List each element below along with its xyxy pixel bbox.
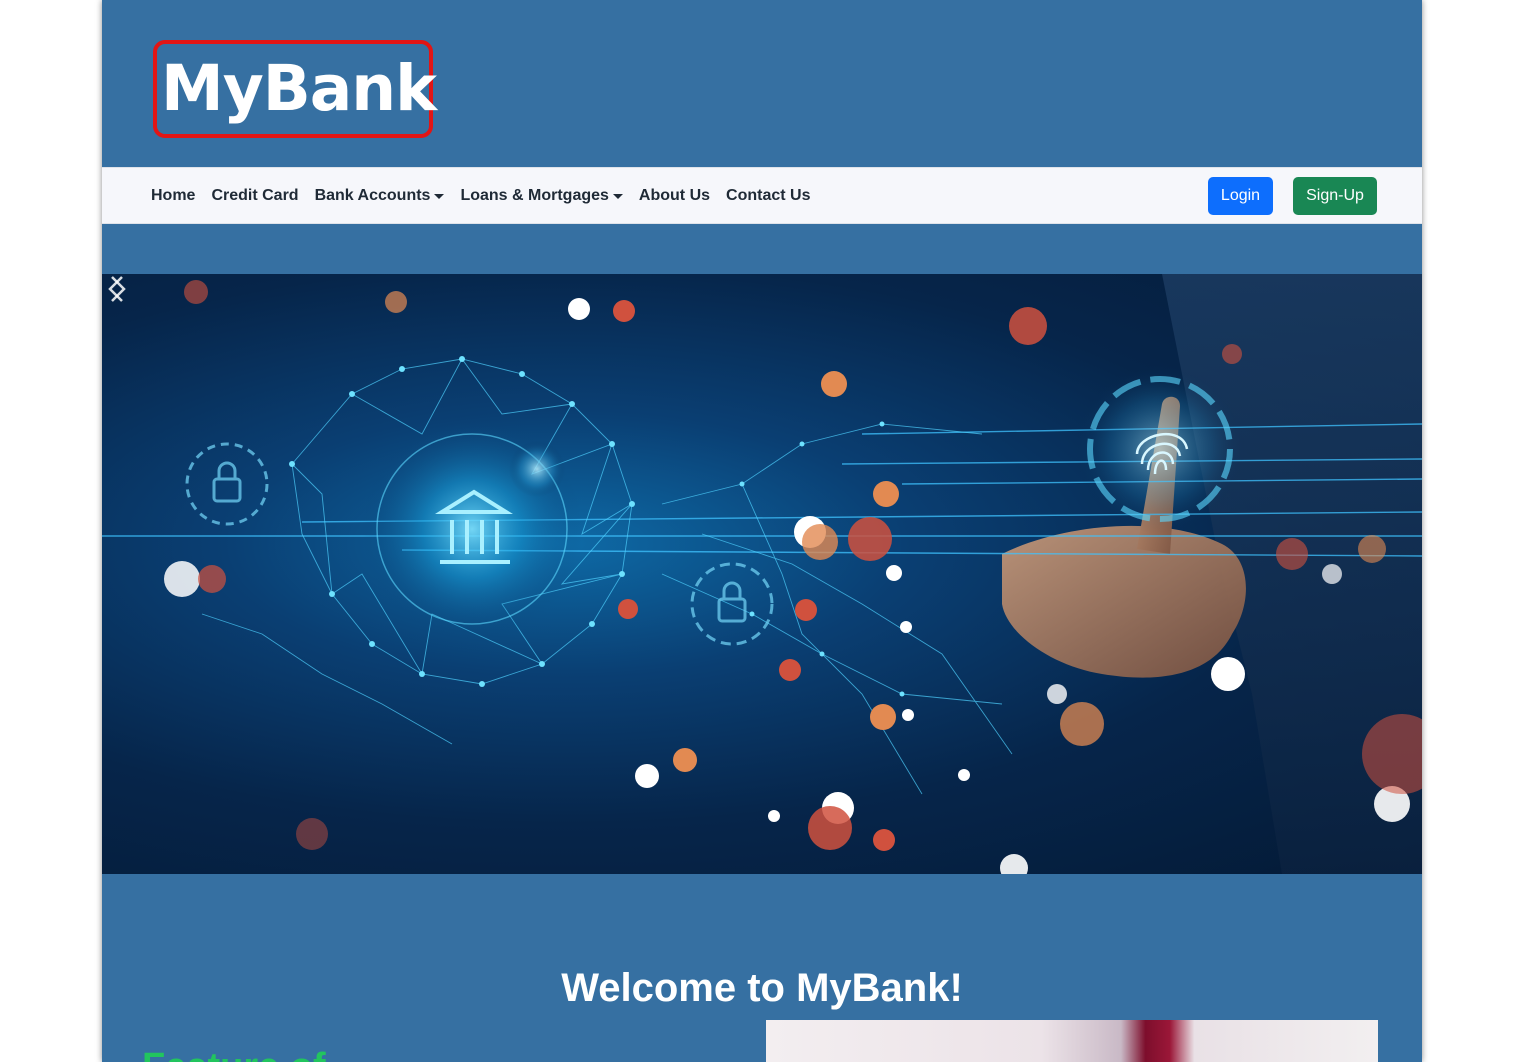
promo-image — [766, 1020, 1378, 1062]
nav-item-label: About Us — [638, 186, 711, 204]
nav-list: Home Credit Card Bank Accounts Loans & M… — [151, 168, 818, 223]
main-navbar: Home Credit Card Bank Accounts Loans & M… — [102, 167, 1422, 224]
page-container: MyBank Home Credit Card Bank Accounts Lo… — [102, 0, 1422, 1062]
nav-item-label: Credit Card — [211, 186, 299, 204]
caret-down-icon — [434, 193, 445, 199]
nav-item-label: Bank Accounts — [314, 186, 431, 204]
carousel-next-chevron-right-icon[interactable] — [102, 274, 132, 304]
site-header: MyBank — [102, 0, 1422, 167]
nav-item-contact-us[interactable]: Contact Us — [718, 187, 818, 205]
login-button[interactable]: Login — [1208, 177, 1273, 215]
nav-item-bank-accounts[interactable]: Bank Accounts — [307, 187, 453, 205]
hero-carousel — [102, 274, 1422, 874]
mybank-logo[interactable]: MyBank — [153, 40, 437, 138]
nav-item-label: Contact Us — [726, 186, 811, 204]
feature-heading: Feature of — [142, 1046, 326, 1062]
digital-banking-network-image — [102, 274, 1422, 874]
welcome-heading: Welcome to MyBank! — [561, 966, 963, 1010]
nav-item-about-us[interactable]: About Us — [631, 187, 718, 205]
caret-down-icon — [612, 193, 623, 199]
nav-item-label: Loans & Mortgages — [460, 186, 609, 204]
signup-button[interactable]: Sign-Up — [1293, 177, 1377, 215]
nav-item-label: Home — [151, 186, 196, 204]
nav-item-loans-mortgages[interactable]: Loans & Mortgages — [452, 187, 630, 205]
nav-item-home[interactable]: Home — [151, 187, 203, 205]
nav-item-credit-card[interactable]: Credit Card — [203, 187, 306, 205]
